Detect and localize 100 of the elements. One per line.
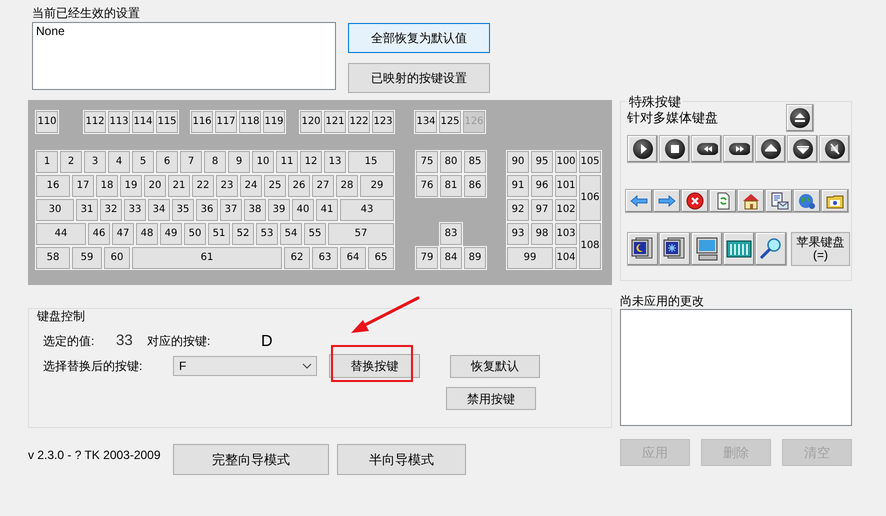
keyboard-key[interactable]: 104 (554, 246, 578, 270)
keyboard-key[interactable]: 84 (439, 246, 463, 270)
keyboard-key[interactable]: 21 (167, 174, 191, 198)
keyboard-key[interactable]: 38 (243, 198, 267, 222)
keyboard-key[interactable]: 85 (463, 150, 487, 174)
toolbar-button[interactable] (737, 189, 765, 213)
keyboard-key[interactable]: 125 (438, 110, 462, 134)
keyboard-key[interactable]: 95 (530, 150, 554, 174)
keyboard-key[interactable]: 122 (347, 110, 371, 134)
media-button[interactable] (787, 135, 818, 163)
keyboard-key[interactable]: 123 (371, 110, 395, 134)
keyboard-key[interactable]: 30 (35, 198, 75, 222)
keyboard-key[interactable]: 97 (530, 198, 554, 222)
toolbar-button[interactable] (709, 189, 737, 213)
restore-default-button[interactable]: 恢复默认 (450, 354, 540, 378)
keyboard-key[interactable]: 62 (283, 246, 311, 270)
keyboard-key[interactable]: 53 (255, 222, 279, 246)
keyboard-key[interactable]: 92 (506, 198, 530, 222)
keyboard-key[interactable]: 41 (315, 198, 339, 222)
keyboard-key[interactable]: 99 (506, 246, 554, 270)
keyboard-key[interactable]: 83 (439, 222, 463, 246)
media-button[interactable] (819, 135, 850, 163)
keyboard-key[interactable]: 43 (339, 198, 395, 222)
keyboard-key[interactable]: 7 (179, 150, 203, 174)
key-dropdown[interactable]: F (173, 356, 317, 376)
mapped-keys-button[interactable]: 已映射的按键设置 (348, 63, 490, 93)
keyboard-key[interactable]: 118 (238, 110, 262, 134)
keyboard-key[interactable]: 2 (59, 150, 83, 174)
keyboard-key[interactable]: 63 (311, 246, 339, 270)
keyboard-key[interactable]: 134 (414, 110, 438, 134)
keyboard-key[interactable]: 119 (262, 110, 286, 134)
toolbar-button[interactable] (681, 189, 709, 213)
keyboard-key[interactable]: 57 (327, 222, 395, 246)
media-button[interactable] (691, 135, 722, 163)
keyboard-key[interactable]: 91 (506, 174, 530, 198)
keyboard-key[interactable]: 19 (119, 174, 143, 198)
keyboard-key[interactable]: 29 (359, 174, 395, 198)
keyboard-key[interactable]: 75 (415, 150, 439, 174)
toolbar-button[interactable] (821, 189, 849, 213)
keyboard-key[interactable]: 15 (347, 150, 395, 174)
apple-keyboard-button[interactable]: 苹果键盘 (=) (791, 232, 850, 266)
half-wizard-button[interactable]: 半向导模式 (337, 444, 466, 475)
keyboard-key[interactable]: 40 (291, 198, 315, 222)
toolbar-button[interactable] (765, 189, 793, 213)
keyboard-key[interactable]: 26 (287, 174, 311, 198)
media-button[interactable] (659, 135, 690, 163)
keyboard-key[interactable]: 12 (299, 150, 323, 174)
media-button[interactable] (755, 135, 786, 163)
keyboard-key[interactable]: 98 (530, 222, 554, 246)
keyboard-key[interactable]: 27 (311, 174, 335, 198)
keyboard-key[interactable]: 13 (323, 150, 347, 174)
keyboard-key[interactable]: 47 (111, 222, 135, 246)
keyboard-key[interactable]: 23 (215, 174, 239, 198)
keyboard-key[interactable]: 76 (415, 174, 439, 198)
keyboard-key[interactable]: 17 (71, 174, 95, 198)
keyboard-key[interactable]: 49 (159, 222, 183, 246)
keyboard-key[interactable]: 110 (35, 110, 59, 134)
keyboard-key[interactable]: 93 (506, 222, 530, 246)
keyboard-key[interactable]: 61 (131, 246, 283, 270)
keyboard-key[interactable]: 22 (191, 174, 215, 198)
keyboard-key[interactable]: 81 (439, 174, 463, 198)
keyboard-key[interactable]: 100 (554, 150, 578, 174)
keyboard-key[interactable]: 114 (131, 110, 155, 134)
keyboard-key[interactable]: 33 (123, 198, 147, 222)
keyboard-key[interactable]: 44 (35, 222, 87, 246)
keyboard-key[interactable]: 115 (155, 110, 179, 134)
settings-list[interactable]: None (32, 22, 336, 90)
keyboard-key[interactable]: 1 (35, 150, 59, 174)
keyboard-key[interactable]: 39 (267, 198, 291, 222)
keyboard-key[interactable]: 35 (171, 198, 195, 222)
keyboard-key[interactable]: 120 (299, 110, 323, 134)
keyboard-key[interactable]: 101 (554, 174, 578, 198)
toolbar-button[interactable] (793, 189, 821, 213)
keyboard-key[interactable]: 58 (35, 246, 71, 270)
keyboard-key[interactable]: 102 (554, 198, 578, 222)
keyboard-key[interactable]: 32 (99, 198, 123, 222)
toolbar-button[interactable] (691, 232, 723, 266)
disable-key-button[interactable]: 禁用按键 (446, 387, 536, 410)
keyboard-key[interactable]: 36 (195, 198, 219, 222)
keyboard-key[interactable]: 121 (323, 110, 347, 134)
keyboard-key[interactable]: 4 (107, 150, 131, 174)
keyboard-key[interactable]: 18 (95, 174, 119, 198)
keyboard-key[interactable]: 90 (506, 150, 530, 174)
keyboard-key[interactable]: 5 (131, 150, 155, 174)
restore-defaults-button[interactable]: 全部恢复为默认值 (348, 23, 490, 53)
keyboard-key[interactable]: 46 (87, 222, 111, 246)
keyboard-key[interactable]: 112 (83, 110, 107, 134)
full-wizard-button[interactable]: 完整向导模式 (173, 444, 329, 475)
keyboard-key[interactable]: 105 (578, 150, 602, 174)
keyboard-key[interactable]: 11 (275, 150, 299, 174)
keyboard-key[interactable]: 52 (231, 222, 255, 246)
keyboard-key[interactable]: 48 (135, 222, 159, 246)
keyboard-key[interactable]: 54 (279, 222, 303, 246)
keyboard-key[interactable]: 55 (303, 222, 327, 246)
keyboard-key[interactable]: 10 (251, 150, 275, 174)
keyboard-key[interactable]: 16 (35, 174, 71, 198)
toolbar-button[interactable] (755, 232, 787, 266)
keyboard-key[interactable]: 24 (239, 174, 263, 198)
keyboard-key[interactable]: 106 (578, 174, 602, 222)
keyboard-key[interactable]: 64 (339, 246, 367, 270)
